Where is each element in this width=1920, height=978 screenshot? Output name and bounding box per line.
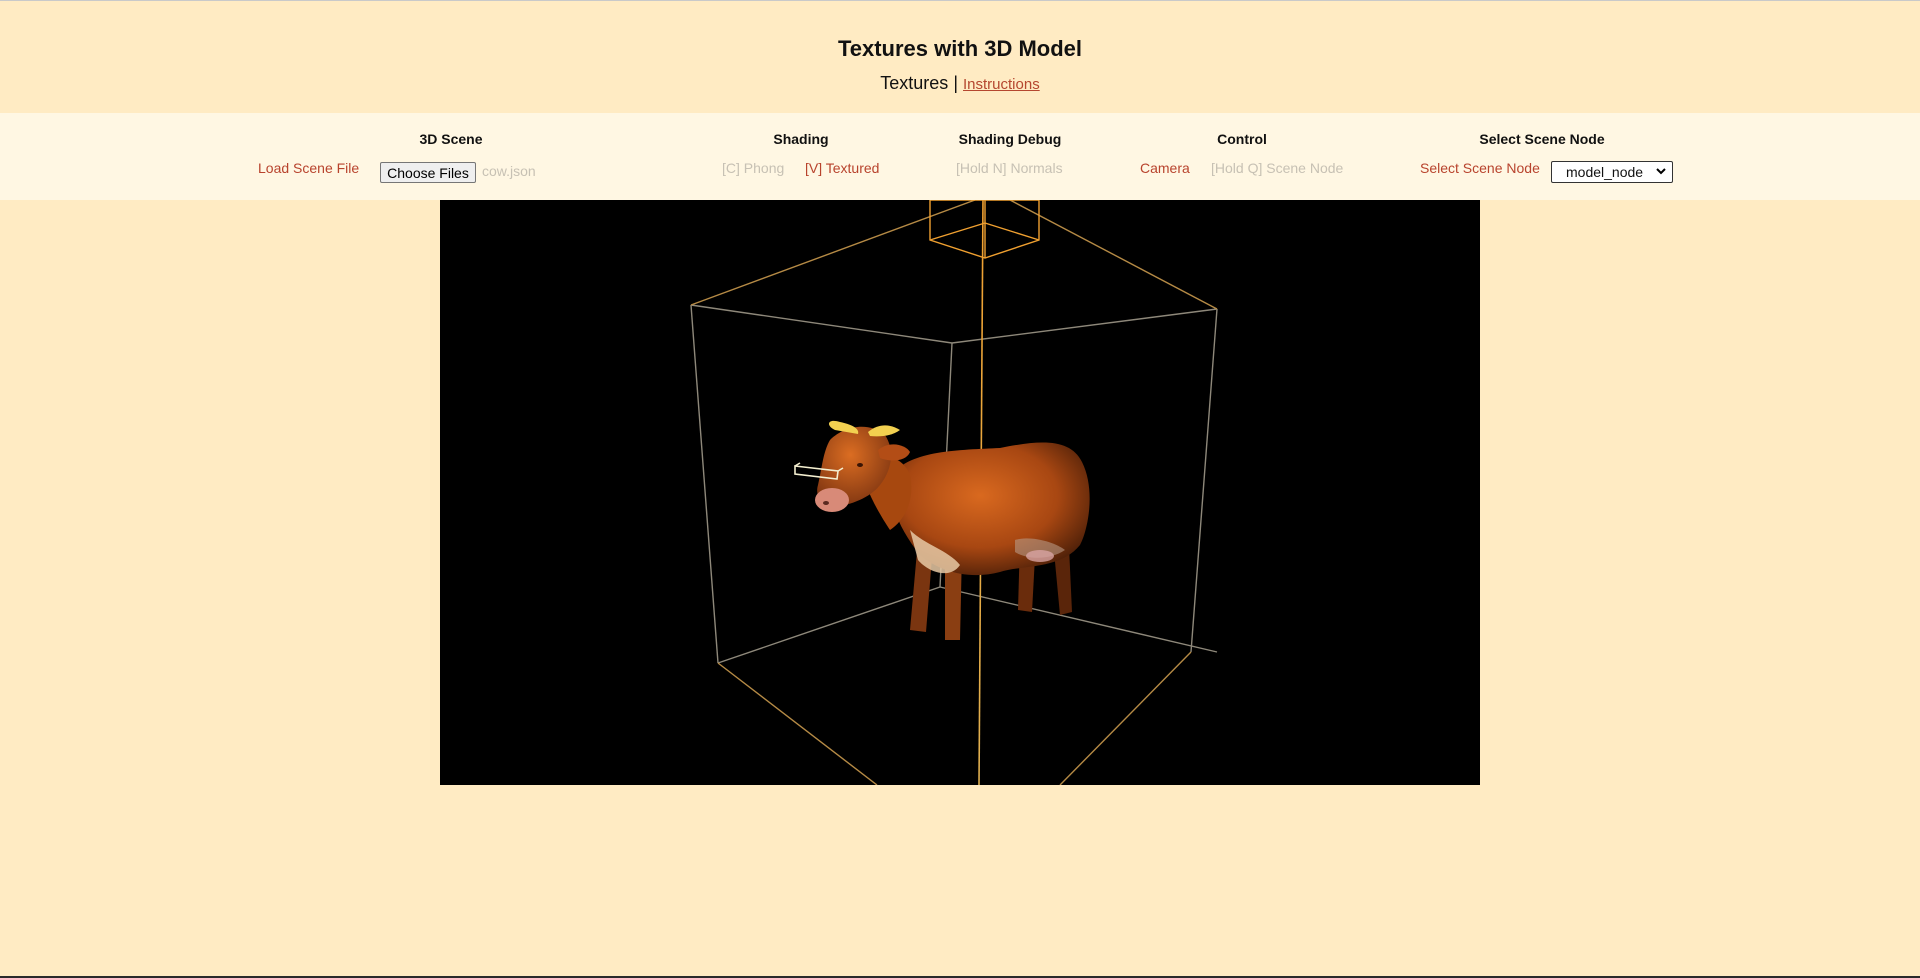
shading-group-title: Shading — [773, 131, 829, 147]
textured-option[interactable]: [V] Textured — [805, 160, 879, 176]
load-scene-label: Load Scene File — [258, 160, 360, 176]
chevron-down-icon — [1656, 168, 1666, 175]
normals-option[interactable]: [Hold N] Normals — [956, 160, 1063, 176]
scene-group-title: 3D Scene — [419, 131, 483, 147]
render-canvas[interactable] — [440, 200, 1480, 785]
selected-file-name: cow.json — [482, 163, 536, 179]
instructions-link[interactable]: Instructions — [963, 76, 1040, 93]
scene-render — [690, 200, 1218, 785]
camera-option[interactable]: Camera — [1140, 160, 1190, 176]
select-node-group-title: Select Scene Node — [1479, 131, 1605, 147]
scene-node-option[interactable]: [Hold Q] Scene Node — [1211, 160, 1343, 176]
select-node-label: Select Scene Node — [1420, 160, 1540, 176]
page-header: Textures with 3D Model Textures | Instru… — [0, 0, 1920, 113]
choose-files-button[interactable]: Choose Files — [380, 162, 476, 183]
nav-current: Textures — [880, 73, 949, 93]
scene-node-select[interactable]: model_node — [1551, 161, 1673, 183]
light-node-box — [929, 200, 1040, 259]
phong-option[interactable]: [C] Phong — [722, 160, 784, 176]
page-nav: Textures | Instructions — [0, 73, 1920, 94]
cow-model — [815, 420, 1090, 640]
control-toolbar: 3D Scene Load Scene File Choose Files co… — [0, 113, 1920, 200]
shading-debug-group-title: Shading Debug — [958, 131, 1062, 147]
page-title: Textures with 3D Model — [837, 36, 1083, 61]
scene-node-select-value: model_node — [1566, 164, 1644, 180]
nav-separator: | — [948, 73, 963, 93]
control-group-title: Control — [1217, 131, 1267, 147]
